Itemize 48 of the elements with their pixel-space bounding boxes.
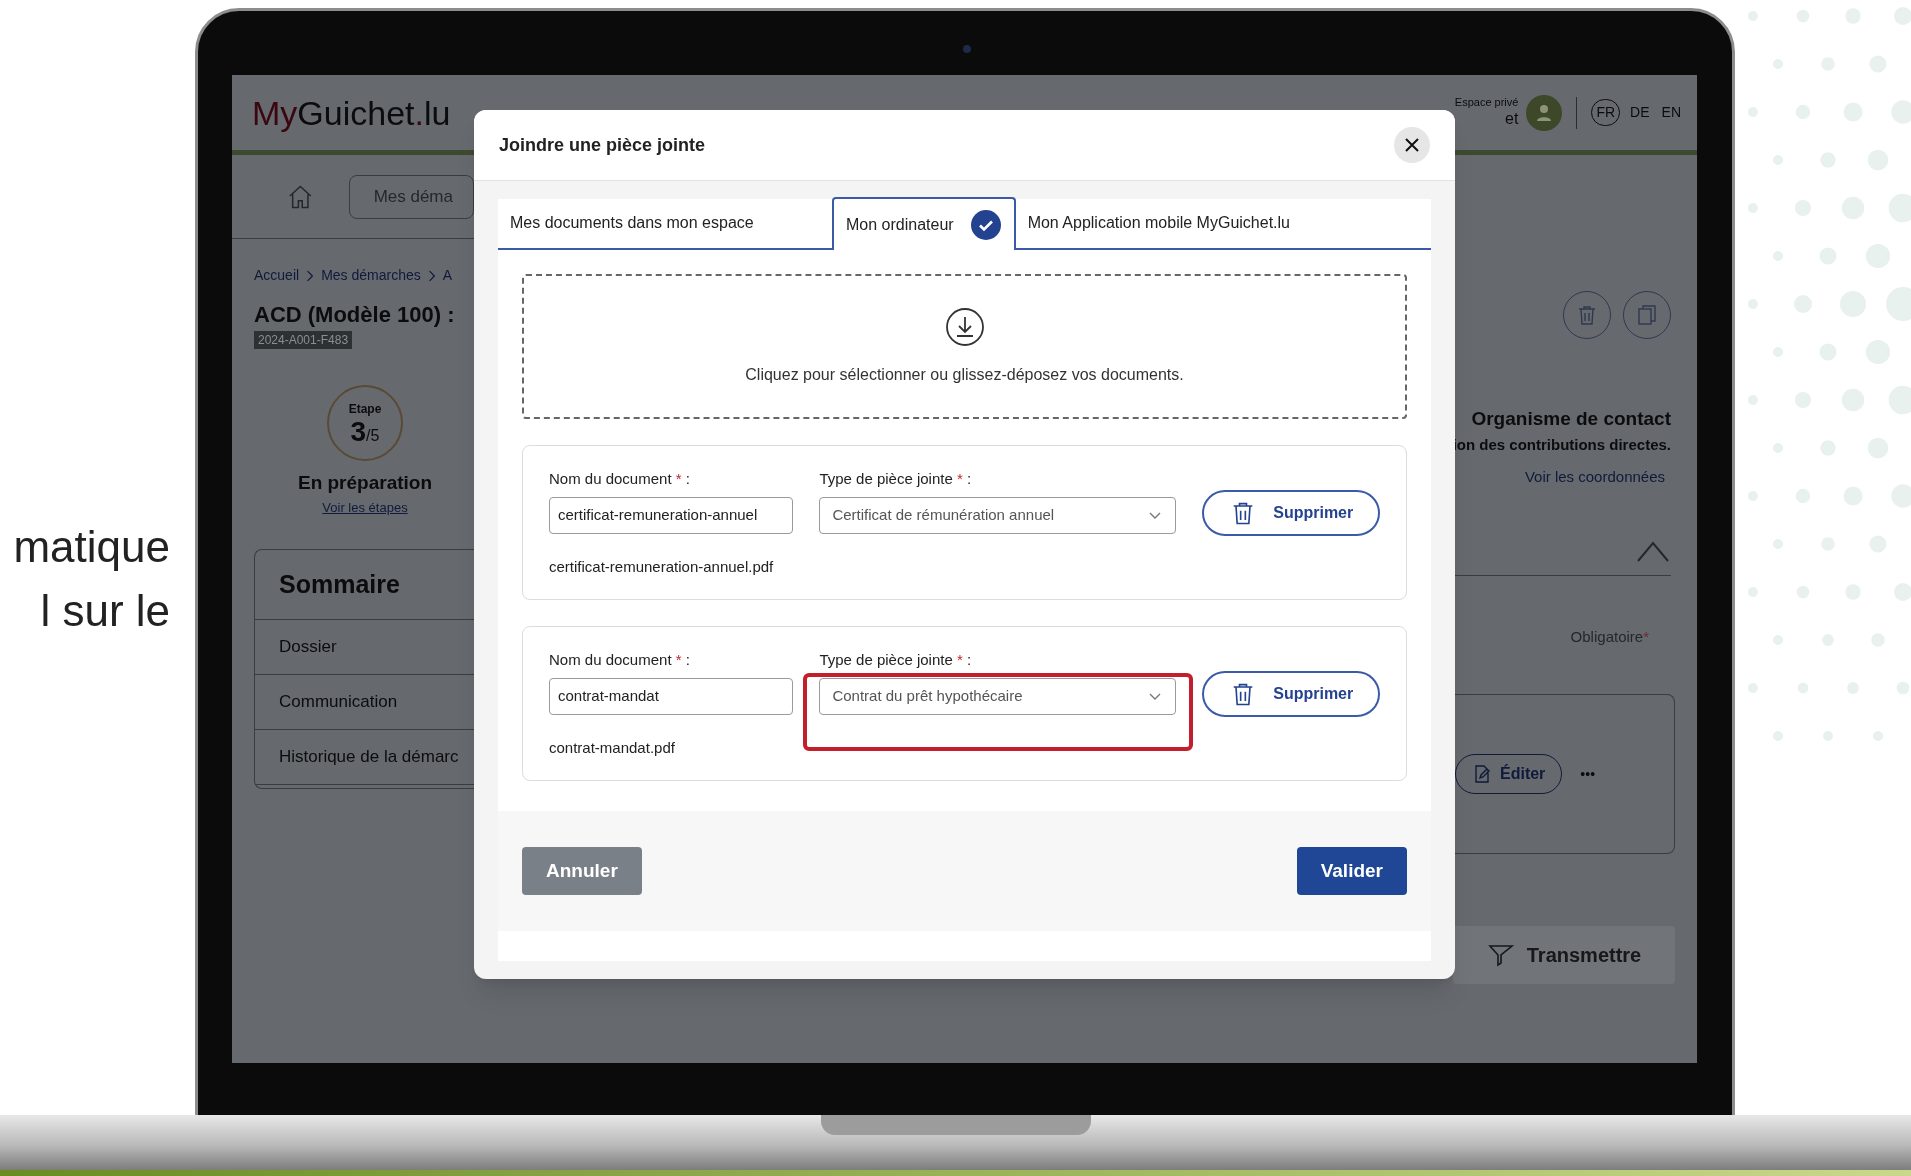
document-name-input[interactable]: contrat-mandat <box>549 677 794 715</box>
site-logo[interactable]: MyGuichet.lu <box>252 95 451 130</box>
more-button[interactable]: ••• <box>1580 763 1596 785</box>
account-label: Espace privé <box>1454 95 1519 110</box>
document-name-input[interactable]: certificat-remuneration-annuel <box>549 496 794 534</box>
step-indicator: Etape 3/5 <box>327 385 403 461</box>
copy-icon <box>1635 303 1659 327</box>
delete-button[interactable]: Supprimer <box>1202 490 1380 536</box>
delete-button[interactable]: Supprimer <box>1202 671 1380 717</box>
confirm-button[interactable]: Valider <box>1296 847 1407 895</box>
steps-link[interactable]: Voir les étapes <box>322 497 408 517</box>
summary-title: Sommaire <box>279 568 400 600</box>
file-name: contrat-mandat.pdf <box>549 738 675 758</box>
check-circle-icon <box>969 208 1002 241</box>
submit-button[interactable]: Transmettre <box>1453 926 1675 984</box>
breadcrumb-link[interactable]: Accueil <box>254 265 300 286</box>
dropzone-text: Cliquez pour sélectionner ou glissez-déposez vos documents. <box>745 364 1184 385</box>
download-icon <box>944 306 985 347</box>
field-label: Nom du document * : <box>549 650 691 670</box>
required-note: Obligatoire* <box>1570 626 1649 647</box>
field-label: Nom du document * : <box>549 469 691 489</box>
breadcrumb-link[interactable]: A <box>442 265 453 286</box>
attachment-type-select[interactable]: Contrat du prêt hypothécaire <box>819 677 1177 715</box>
avatar-icon[interactable] <box>1526 94 1563 131</box>
tab[interactable]: Mon ordinateur <box>832 197 1016 250</box>
contact-link[interactable]: Voir les coordonnées <box>1524 466 1665 489</box>
slide-text: matique <box>13 521 170 573</box>
attachment-type-select[interactable]: Certificat de rémunération annuel <box>819 496 1177 534</box>
status-text: En préparation <box>297 471 433 495</box>
cancel-button[interactable]: Annuler <box>522 847 642 895</box>
language-option[interactable]: EN <box>1659 102 1683 123</box>
field-label: Type de pièce jointe * : <box>819 469 973 489</box>
contact-title: Organisme de contact <box>1471 407 1671 431</box>
language-option[interactable]: DE <box>1628 102 1652 123</box>
dialog-title: Joindre une pièce jointe <box>499 133 706 157</box>
edit-icon <box>1472 764 1492 784</box>
breadcrumb-link[interactable]: Mes démarches <box>321 265 421 286</box>
slide-text: l sur le <box>40 585 170 637</box>
tab[interactable]: Mon Application mobile MyGuichet.lu <box>1015 197 1302 248</box>
field-label: Type de pièce jointe * : <box>819 650 973 670</box>
page-title: ACD (Modèle 100) : <box>254 301 455 329</box>
close-button[interactable] <box>1394 127 1430 163</box>
file-name: certificat-remuneration-annuel.pdf <box>549 557 774 577</box>
account-name: et <box>1505 109 1519 130</box>
camera-icon <box>963 45 971 53</box>
tab[interactable]: Mes documents dans mon espace <box>498 197 832 248</box>
dropzone[interactable]: Cliquez pour sélectionner ou glissez-déposez vos documents. <box>522 274 1407 419</box>
reference-badge: 2024-A001-F483 <box>254 331 353 349</box>
